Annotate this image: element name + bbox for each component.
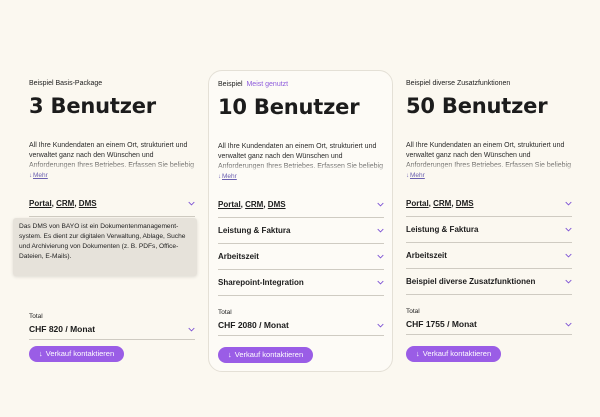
chevron-down-icon <box>377 228 384 233</box>
total-label: Total <box>406 308 420 315</box>
price-value: CHF 1755 / Monat <box>406 319 477 329</box>
arrow-down-icon: ↓ <box>29 173 32 179</box>
card-eyebrow: Beispiel Meist genutzt <box>218 81 289 88</box>
feature-row-zusatzfunktionen[interactable]: Beispiel diverse Zusatzfunktionen <box>406 269 572 295</box>
chevron-down-icon <box>565 279 572 284</box>
total-section: Total CHF 1755 / Monat <box>406 308 572 335</box>
chevron-down-icon <box>377 323 384 328</box>
chevron-down-icon <box>565 201 572 206</box>
tooltip-text: Das DMS von BAYO ist ein Dokumentenmanag… <box>19 223 186 260</box>
total-label: Total <box>29 313 43 320</box>
total-label: Total <box>218 309 232 316</box>
feature-row-portal-crm-dms[interactable]: Portal, CRM, DMS <box>29 191 195 217</box>
price-value: CHF 820 / Monat <box>29 324 96 334</box>
arrow-down-icon: ↓ <box>416 349 420 358</box>
card-title: 50 Benutzer <box>406 94 548 118</box>
chevron-down-icon <box>565 253 572 258</box>
chevron-down-icon <box>188 201 195 206</box>
card-eyebrow: Beispiel Basis-Package <box>29 80 103 87</box>
more-link[interactable]: ↓Mehr <box>406 171 572 181</box>
total-section: Total CHF 820 / Monat <box>29 313 195 340</box>
feature-row-arbeitszeit[interactable]: Arbeitszeit <box>406 243 572 269</box>
chevron-down-icon <box>188 327 195 332</box>
feature-row-arbeitszeit[interactable]: Arbeitszeit <box>218 244 384 270</box>
card-title: 3 Benutzer <box>29 94 156 118</box>
total-section: Total CHF 2080 / Monat <box>218 309 384 336</box>
contact-sales-button[interactable]: ↓ Verkauf kontaktieren <box>29 346 125 362</box>
dms-tooltip: Das DMS von BAYO ist ein Dokumentenmanag… <box>13 218 197 276</box>
card-eyebrow: Beispiel diverse Zusatzfunktionen <box>406 80 511 87</box>
most-used-badge: Meist genutzt <box>246 81 289 88</box>
chevron-down-icon <box>377 202 384 207</box>
feature-row-leistung-faktura[interactable]: Leistung & Faktura <box>218 218 384 244</box>
chevron-down-icon <box>565 227 572 232</box>
arrow-down-icon: ↓ <box>228 350 232 359</box>
price-row[interactable]: CHF 820 / Monat <box>29 324 195 340</box>
arrow-down-icon: ↓ <box>39 349 43 358</box>
feature-row-leistung-faktura[interactable]: Leistung & Faktura <box>406 217 572 243</box>
chevron-down-icon <box>377 280 384 285</box>
price-row[interactable]: CHF 2080 / Monat <box>218 320 384 336</box>
pricing-card-10-users: Beispiel Meist genutzt 10 Benutzer All I… <box>208 70 393 372</box>
feature-row-portal-crm-dms[interactable]: Portal, CRM, DMS <box>218 192 384 218</box>
contact-sales-button[interactable]: ↓ Verkauf kontaktieren <box>218 347 314 363</box>
feature-list: Portal, CRM, DMS Leistung & Faktura Arbe… <box>406 191 572 295</box>
chevron-down-icon <box>565 322 572 327</box>
card-title: 10 Benutzer <box>218 95 360 119</box>
arrow-down-icon: ↓ <box>406 173 409 179</box>
feature-list: Portal, CRM, DMS Leistung & Faktura Arbe… <box>218 192 384 296</box>
card-description: All Ihre Kundendaten an einem Ort, struk… <box>218 143 384 172</box>
chevron-down-icon <box>377 254 384 259</box>
more-link[interactable]: ↓Mehr <box>218 172 384 182</box>
card-description: All Ihre Kundendaten an einem Ort, struk… <box>29 142 195 171</box>
card-description: All Ihre Kundendaten an einem Ort, struk… <box>406 142 572 171</box>
contact-sales-button[interactable]: ↓ Verkauf kontaktieren <box>406 346 502 362</box>
arrow-down-icon: ↓ <box>218 174 221 180</box>
feature-row-portal-crm-dms[interactable]: Portal, CRM, DMS <box>406 191 572 217</box>
feature-row-sharepoint[interactable]: Sharepoint-Integration <box>218 270 384 296</box>
pricing-card-50-users: Beispiel diverse Zusatzfunktionen 50 Ben… <box>397 70 577 370</box>
price-row[interactable]: CHF 1755 / Monat <box>406 319 572 335</box>
price-value: CHF 2080 / Monat <box>218 320 289 330</box>
more-link[interactable]: ↓Mehr <box>29 171 195 181</box>
